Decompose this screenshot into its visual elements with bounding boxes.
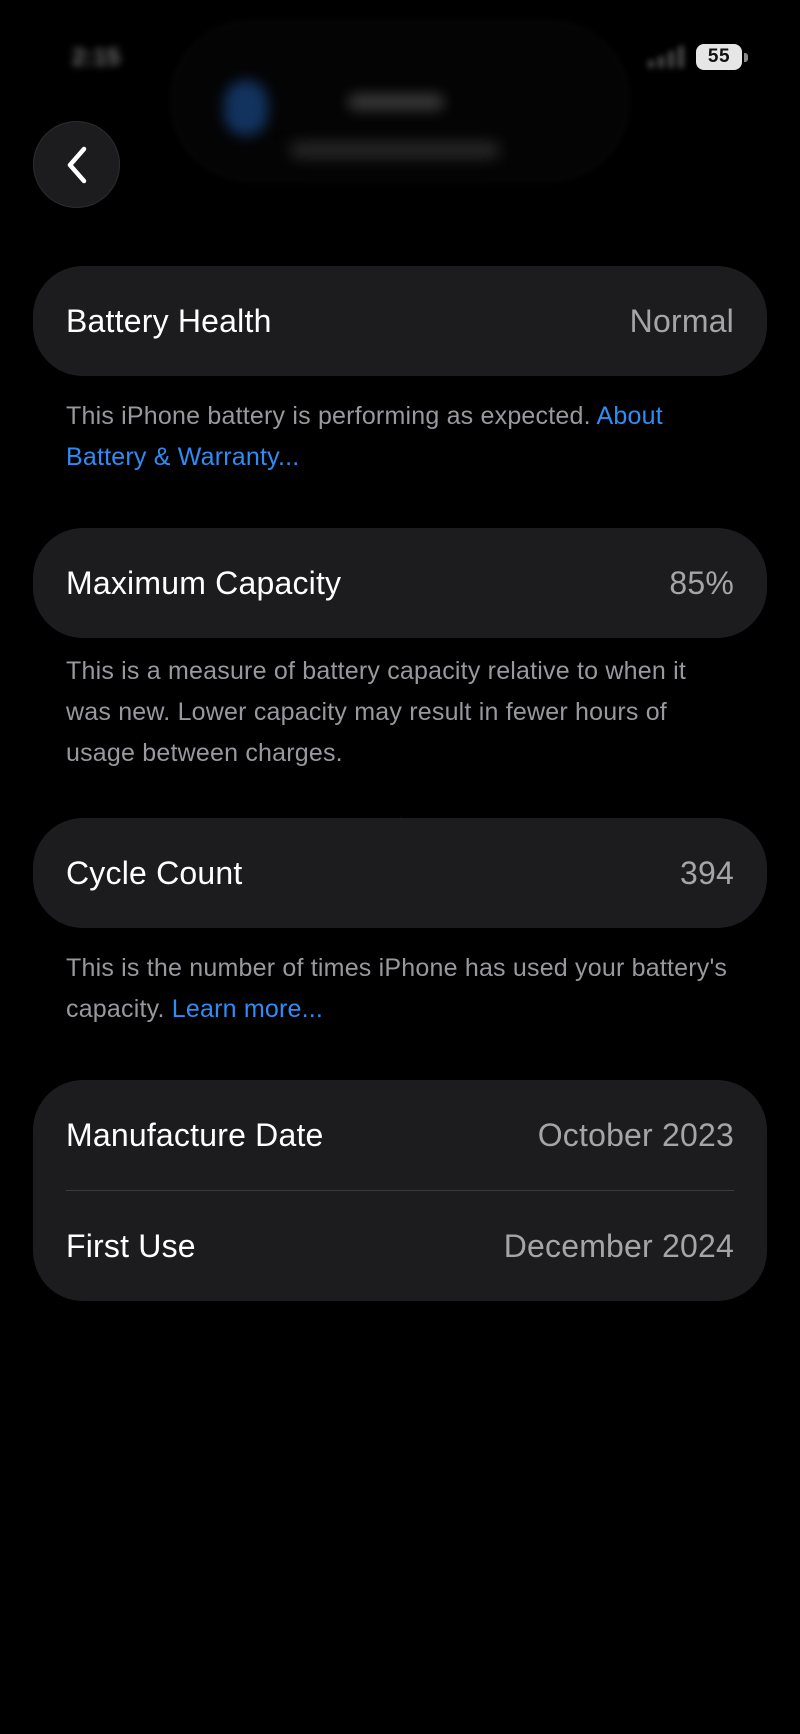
maximum-capacity-description: This is a measure of battery capacity re… <box>66 651 738 774</box>
battery-health-description-text: This iPhone battery is performing as exp… <box>66 402 591 430</box>
battery-health-value: Normal <box>629 302 734 339</box>
dates-card: Manufacture Date October 2023 First Use … <box>33 1080 767 1301</box>
learn-more-link[interactable]: Learn more... <box>172 995 323 1023</box>
maximum-capacity-value: 85% <box>669 564 734 601</box>
status-indicators: 55 <box>648 44 748 70</box>
maximum-capacity-description-text: This is a measure of battery capacity re… <box>66 657 687 767</box>
chevron-left-icon <box>67 146 86 183</box>
cycle-count-description: This is the number of times iPhone has u… <box>66 948 738 1030</box>
battery-health-label: Battery Health <box>66 302 272 339</box>
cycle-count-description-text: This is the number of times iPhone has u… <box>66 954 728 1023</box>
maximum-capacity-row: Maximum Capacity 85% <box>33 528 767 638</box>
manufacture-date-value: October 2023 <box>537 1116 734 1153</box>
battery-health-description: This iPhone battery is performing as exp… <box>66 396 738 478</box>
dynamic-island <box>172 22 628 180</box>
status-time: 2:15 <box>72 44 121 71</box>
cycle-count-value: 394 <box>680 854 734 891</box>
island-subtext-blurred <box>290 142 500 158</box>
signal-icon <box>648 46 684 68</box>
island-avatar <box>224 80 268 136</box>
battery-health-card: Battery Health Normal <box>33 266 767 376</box>
cycle-count-card: Cycle Count 394 <box>33 818 767 928</box>
manufacture-date-row: Manufacture Date October 2023 <box>33 1080 767 1190</box>
first-use-label: First Use <box>66 1227 196 1264</box>
maximum-capacity-card: Maximum Capacity 85% <box>33 528 767 638</box>
manufacture-date-label: Manufacture Date <box>66 1116 324 1153</box>
battery-icon: 55 <box>696 44 748 70</box>
battery-health-row: Battery Health Normal <box>33 266 767 376</box>
battery-level: 55 <box>696 44 742 70</box>
maximum-capacity-label: Maximum Capacity <box>66 564 342 601</box>
island-text-blurred <box>348 94 444 110</box>
back-button[interactable] <box>33 121 120 208</box>
cycle-count-row: Cycle Count 394 <box>33 818 767 928</box>
cycle-count-label: Cycle Count <box>66 854 243 891</box>
first-use-value: December 2024 <box>503 1227 734 1264</box>
first-use-row: First Use December 2024 <box>33 1191 767 1301</box>
